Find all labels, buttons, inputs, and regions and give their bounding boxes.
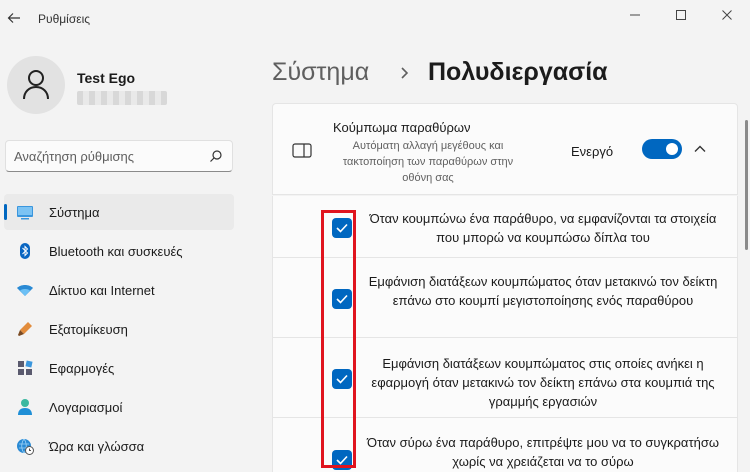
sidebar-item-label: Δίκτυο και Internet [49, 283, 155, 298]
sidebar-item-bluetooth[interactable]: Bluetooth και συσκευές [4, 233, 234, 269]
toggle-knob [666, 143, 678, 155]
scrollbar[interactable] [745, 120, 748, 250]
chevron-right-icon [401, 67, 409, 79]
maximize-button[interactable] [658, 4, 704, 26]
snap-option-label: Εμφάνιση διατάξεων κουμπώματος όταν μετα… [368, 274, 718, 308]
snap-windows-title: Κούμπωμα παραθύρων [333, 120, 471, 135]
page-title: Πολυδιεργασία [428, 58, 608, 86]
sidebar-item-label: Εξατομίκευση [49, 322, 128, 337]
chevron-up-icon[interactable] [693, 142, 707, 156]
avatar[interactable] [7, 56, 65, 114]
app-title: Ρυθμίσεις [38, 12, 91, 26]
breadcrumb-parent[interactable]: Σύστημα [272, 58, 369, 87]
time-language-icon [17, 438, 34, 455]
network-icon [17, 285, 33, 296]
sidebar-item-accounts[interactable]: Λογαριασμοί [4, 389, 234, 425]
search-box[interactable] [5, 140, 233, 172]
title-bar: Ρυθμίσεις [0, 0, 750, 40]
person-icon [23, 70, 49, 100]
apps-icon [18, 360, 33, 375]
minimize-button[interactable] [612, 4, 658, 26]
sidebar-item-time-language[interactable]: Ώρα και γλώσσα [4, 428, 234, 464]
user-name: Test Ego [77, 70, 136, 86]
back-arrow-icon[interactable] [6, 10, 22, 26]
annotation-highlight-box [321, 210, 356, 468]
search-input[interactable] [14, 147, 204, 165]
snap-windows-description: Αυτόματη αλλαγή μεγέθους και τακτοποίηση… [342, 140, 514, 184]
search-icon[interactable] [209, 149, 223, 163]
sidebar-item-system[interactable]: Σύστημα [4, 194, 234, 230]
sidebar-item-label: Λογαριασμοί [49, 400, 123, 415]
sidebar-nav: Σύστημα Bluetooth και συσκευές Δίκτυο κα… [4, 194, 234, 467]
snap-windows-header[interactable]: Κούμπωμα παραθύρων Αυτόματη αλλαγή μεγέθ… [272, 103, 738, 195]
close-button[interactable] [704, 4, 750, 26]
snap-option-label: Εμφάνιση διατάξεων κουμπώματος στις οποί… [371, 356, 715, 409]
snap-layout-icon [292, 143, 312, 158]
sidebar-item-network[interactable]: Δίκτυο και Internet [4, 272, 234, 308]
system-icon [17, 206, 33, 220]
bluetooth-icon [20, 243, 30, 259]
toggle-state-label: Ενεργό [571, 144, 614, 159]
sidebar-item-apps[interactable]: Εφαρμογές [4, 350, 234, 386]
sidebar-item-label: Εφαρμογές [49, 361, 115, 376]
sidebar-item-label: Ώρα και γλώσσα [49, 439, 145, 454]
snap-option-label: Όταν κουμπώνω ένα παράθυρο, να εμφανίζον… [369, 211, 717, 245]
sidebar-item-personalization[interactable]: Εξατομίκευση [4, 311, 234, 347]
sidebar-item-label: Σύστημα [49, 205, 100, 220]
sidebar-item-label: Bluetooth και συσκευές [49, 244, 183, 259]
accounts-icon [18, 399, 32, 415]
snap-windows-toggle[interactable] [642, 139, 682, 159]
snap-option-label: Όταν σύρω ένα παράθυρο, επιτρέψτε μου να… [367, 435, 719, 469]
active-indicator [4, 204, 7, 220]
user-email-redacted [77, 91, 167, 105]
personalization-icon [18, 322, 32, 336]
